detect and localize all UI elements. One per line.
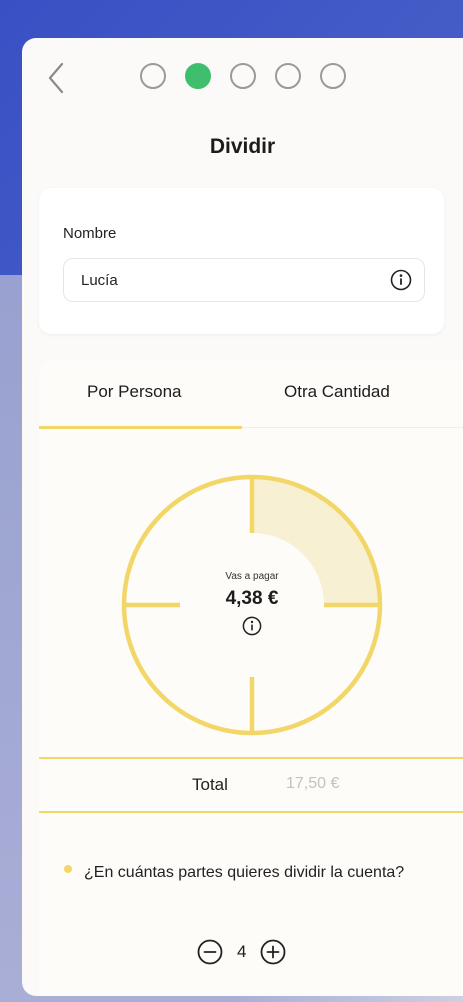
divider xyxy=(39,757,463,759)
info-icon[interactable] xyxy=(390,269,412,291)
name-panel: Nombre Lucía xyxy=(39,188,444,334)
minus-circle-icon[interactable] xyxy=(197,939,223,965)
progress-dot-3 xyxy=(230,63,256,89)
pay-caption: Vas a pagar xyxy=(225,570,279,582)
progress-dot-5 xyxy=(320,63,346,89)
back-button[interactable] xyxy=(42,60,72,96)
top-bar xyxy=(22,38,463,118)
parts-count: 4 xyxy=(237,942,247,961)
name-input-value: Lucía xyxy=(81,272,118,289)
total-label: Total xyxy=(192,775,228,794)
tab-otra-cantidad[interactable]: Otra Cantidad xyxy=(284,382,390,402)
progress-dot-1 xyxy=(140,63,166,89)
split-tabs: Por Persona Otra Cantidad xyxy=(39,360,463,430)
total-value: 17,50 € xyxy=(286,775,340,792)
total-row: Total 17,50 € xyxy=(39,757,463,813)
progress-dot-2 xyxy=(185,63,211,89)
parts-stepper: 4 xyxy=(197,937,286,967)
bottom-shadow xyxy=(230,996,463,1002)
plus-circle-icon[interactable] xyxy=(260,939,286,965)
info-icon[interactable] xyxy=(242,616,262,636)
name-input[interactable]: Lucía xyxy=(63,258,425,302)
tab-por-persona[interactable]: Por Persona xyxy=(87,382,182,402)
name-label: Nombre xyxy=(63,225,117,242)
page-title: Dividir xyxy=(209,135,276,158)
divider xyxy=(39,811,463,813)
bullet-dot xyxy=(64,865,72,873)
amount-display: Vas a pagar 4,38 € xyxy=(107,460,397,750)
progress-indicator xyxy=(140,63,346,89)
progress-dot-4 xyxy=(275,63,301,89)
chevron-left-icon xyxy=(48,62,64,94)
split-bill-card: Dividir Nombre Lucía Por Persona Otra Ca… xyxy=(22,38,463,996)
split-question: ¿En cuántas partes quieres dividir la cu… xyxy=(84,864,405,881)
split-panel: Por Persona Otra Cantidad Vas a pagar 4,… xyxy=(39,360,463,996)
active-tab-indicator xyxy=(39,426,242,429)
pay-amount: 4,38 € xyxy=(225,587,279,609)
